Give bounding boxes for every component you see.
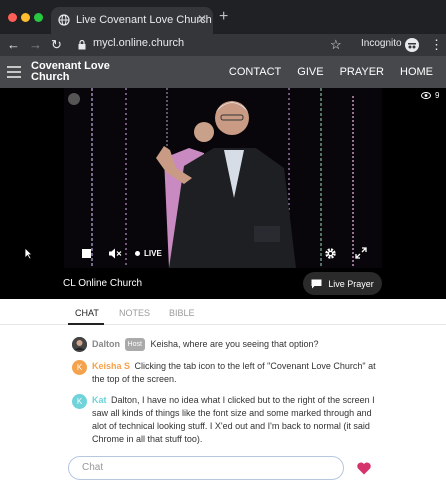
chat-bubble-icon [311, 279, 322, 288]
heart-icon[interactable] [356, 460, 372, 476]
incognito-label[interactable]: Incognito [361, 38, 402, 49]
video-overlay-icon[interactable] [68, 93, 80, 105]
avatar: K [72, 360, 87, 375]
chat-tabs: CHAT NOTES BIBLE [0, 299, 446, 325]
chat-message: Dalton Host Keisha, where are you seeing… [92, 338, 392, 351]
close-tab-icon[interactable]: ✕ [197, 12, 207, 26]
message-author: Dalton [92, 339, 120, 349]
fullscreen-icon[interactable] [355, 247, 367, 259]
message-text: Dalton, I have no idea what I clicked bu… [92, 395, 375, 444]
address-bar[interactable]: mycl.online.church [93, 37, 184, 49]
tab-title: Live Covenant Love Church [76, 14, 212, 26]
mouse-cursor-icon [24, 247, 33, 260]
channel-name: CL Online Church [63, 278, 143, 289]
tab-chat[interactable]: CHAT [75, 308, 99, 318]
church-logo-text[interactable]: Covenant Love Church [31, 61, 121, 83]
video-player[interactable]: 9 LIVE [0, 88, 446, 299]
new-tab-button[interactable]: + [219, 9, 228, 25]
viewer-count-number: 9 [435, 91, 440, 100]
host-badge: Host [124, 338, 145, 351]
browser-toolbar: ← → ↻ mycl.online.church ☆ Incognito ⋮ [0, 34, 446, 56]
chat-message: Kat Dalton, I have no idea what I clicke… [92, 394, 382, 446]
message-author: Kat [92, 395, 107, 405]
browser-menu-icon[interactable]: ⋮ [430, 37, 443, 53]
nav-home-link[interactable]: HOME [400, 66, 433, 78]
settings-gear-icon[interactable] [324, 247, 337, 260]
message-author: Keisha S [92, 361, 131, 371]
hamburger-menu-icon[interactable] [7, 66, 21, 78]
lock-icon[interactable] [78, 40, 86, 50]
bookmark-star-icon[interactable]: ☆ [330, 37, 342, 53]
avatar [72, 337, 87, 352]
user-photo-icon [72, 337, 87, 352]
mute-icon[interactable] [108, 248, 122, 259]
back-icon[interactable]: ← [7, 37, 20, 53]
window-minimize-button[interactable] [21, 13, 30, 22]
nav-prayer-link[interactable]: PRAYER [340, 66, 384, 78]
stop-icon[interactable] [82, 249, 91, 258]
video-info-bar: CL Online Church Live Prayer [0, 269, 446, 299]
active-tab-underline [68, 323, 104, 325]
live-prayer-button[interactable]: Live Prayer [303, 272, 382, 295]
live-indicator: LIVE [135, 249, 162, 258]
incognito-icon[interactable] [405, 38, 419, 52]
message-text: Clicking the tab icon to the left of "Co… [92, 361, 376, 384]
window-close-button[interactable] [8, 13, 17, 22]
reload-icon[interactable]: ↻ [51, 37, 62, 53]
browser-tab-strip: Live Covenant Love Church ✕ + [0, 0, 446, 34]
browser-tab[interactable]: Live Covenant Love Church ✕ [51, 7, 213, 34]
nav-contact-link[interactable]: CONTACT [229, 66, 281, 78]
globe-icon [58, 14, 70, 26]
chat-message: Keisha S Clicking the tab icon to the le… [92, 360, 382, 386]
chat-panel: CHAT NOTES BIBLE Dalton Host Keisha, whe… [0, 299, 446, 480]
tab-bible[interactable]: BIBLE [169, 308, 195, 318]
sermon-video-frame [64, 88, 382, 268]
tab-notes[interactable]: NOTES [119, 308, 150, 318]
eye-icon [421, 92, 431, 99]
window-maximize-button[interactable] [34, 13, 43, 22]
live-prayer-label: Live Prayer [328, 278, 374, 289]
forward-icon[interactable]: → [29, 37, 42, 53]
nav-give-link[interactable]: GIVE [297, 66, 323, 78]
chat-input[interactable]: Chat [68, 456, 344, 480]
avatar: K [72, 394, 87, 409]
message-text: Keisha, where are you seeing that option… [150, 339, 319, 349]
site-header: Covenant Love Church CONTACT GIVE PRAYER… [0, 56, 446, 88]
site-nav: CONTACT GIVE PRAYER HOME [229, 66, 433, 78]
viewer-count: 9 [421, 91, 439, 100]
